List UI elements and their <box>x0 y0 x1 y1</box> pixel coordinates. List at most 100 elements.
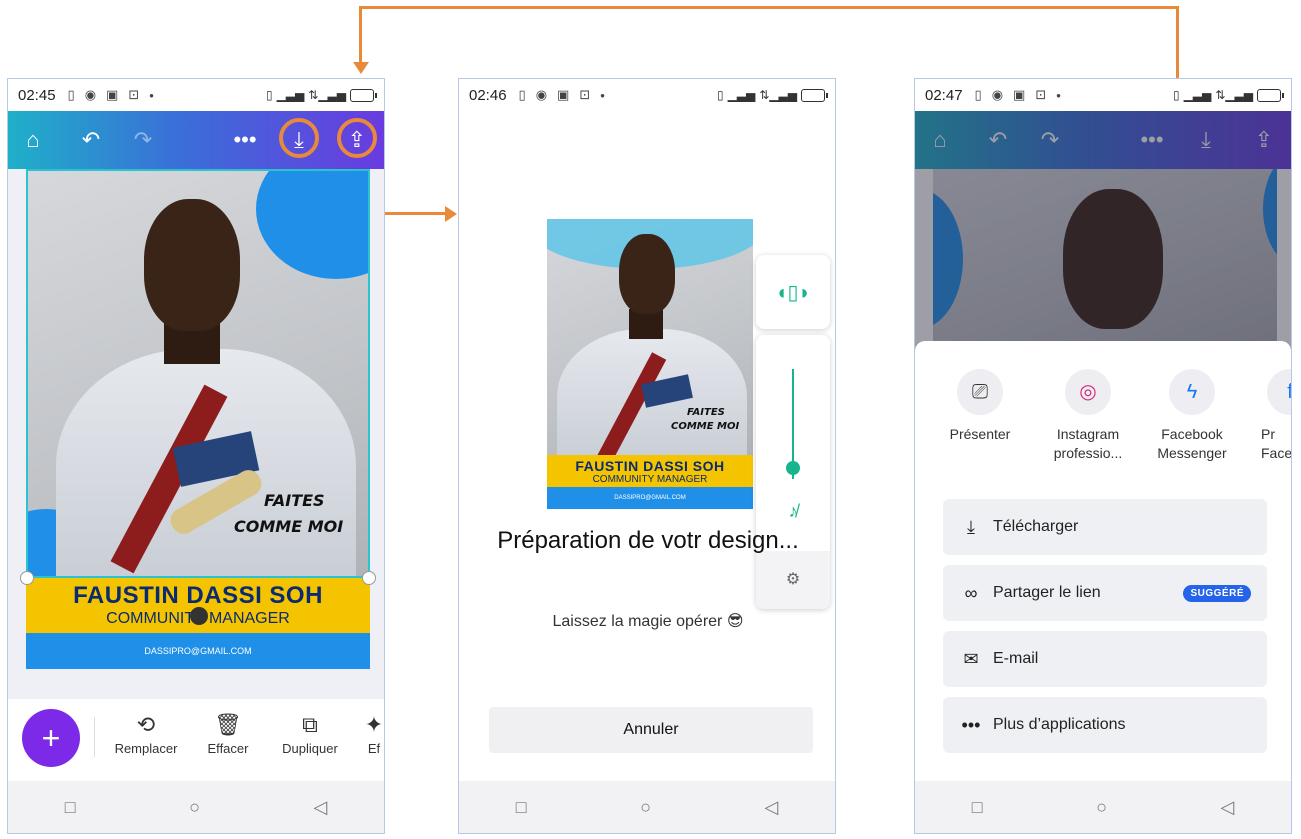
duplicate-tool[interactable]: ⧉ Dupliquer <box>270 709 350 756</box>
signal-icon: ▁▃▅ <box>276 88 305 102</box>
connector-top-line <box>359 6 1179 9</box>
battery-icon <box>350 88 377 102</box>
email-banner: DASSIPRO@GMAIL.COM <box>547 487 753 509</box>
more-apps-option[interactable]: ••• Plus d’applications <box>943 697 1267 753</box>
status-bar: 02:45 ▯ ◉ ▣ ⊡ • ▯ ▁▃▅ ⇅▁▃▅ <box>8 79 384 111</box>
recents-nav-icon[interactable]: □ <box>65 797 76 818</box>
chrome-icon: ◉ <box>991 87 1004 102</box>
status-bar: 02:47 ▯ ◉ ▣ ⊡ • ▯ ▁▃▅ ⇅▁▃▅ <box>915 79 1291 111</box>
vibrate-toggle[interactable]: ◖▯◗ <box>756 255 830 329</box>
android-nav-bar: □ ○ ◁ <box>915 781 1291 833</box>
share-link-label: Partager le lien <box>993 584 1101 601</box>
add-button[interactable]: + <box>22 709 80 767</box>
email-icon: ✉ <box>963 648 979 669</box>
share-sheet: ⎚ Présenter ◎ Instagram professio... ϟ F… <box>915 341 1291 781</box>
cancel-button[interactable]: Annuler <box>489 707 813 753</box>
redo-icon[interactable]: ↷ <box>124 121 162 159</box>
gallery-icon: ▣ <box>1013 87 1026 102</box>
name-text: FAUSTIN DASSI SOH <box>73 582 323 609</box>
comme-moi-text: COMME MOI <box>671 421 740 432</box>
download-notif-icon: ⊡ <box>579 87 591 102</box>
effects-icon: ✦ <box>364 712 384 737</box>
email-option[interactable]: ✉ E-mail <box>943 631 1267 687</box>
erase-label: Effacer <box>207 741 249 756</box>
gallery-icon: ▣ <box>106 87 119 102</box>
name-text: FAUSTIN DASSI SOH <box>575 457 725 474</box>
suggested-badge: SUGGÉRÉ <box>1183 584 1251 602</box>
share-link-option[interactable]: ∞ Partager le lien SUGGÉRÉ <box>943 565 1267 621</box>
status-time: 02:46 <box>469 86 507 104</box>
design-preview: FAITES COMME MOI FAUSTIN DASSI SOH COMMU… <box>547 219 753 509</box>
status-time: 02:45 <box>18 86 56 104</box>
link-icon: ∞ <box>964 582 978 603</box>
battery-icon <box>1257 88 1284 102</box>
replace-tool[interactable]: ⟲ Remplacer <box>106 709 186 756</box>
share-highlight-ring <box>337 118 377 158</box>
back-nav-icon[interactable]: ◁ <box>1220 797 1234 818</box>
more-icon: ••• <box>961 714 981 735</box>
phone-editor-screen: 02:45 ▯ ◉ ▣ ⊡ • ▯ ▁▃▅ ⇅▁▃▅ ⌂ ↶ ↷ ••• ⤓ ⇪ <box>7 78 385 834</box>
editor-canvas: FAITES COMME MOI FAUSTIN DASSI SOH COMMU… <box>8 169 384 699</box>
vibrate-icon: ▯ <box>716 88 724 102</box>
selection-frame[interactable] <box>26 169 370 578</box>
sim-icon: ▯ <box>974 87 982 102</box>
more-icon[interactable]: ••• <box>226 121 264 159</box>
email-banner: DASSIPRO@GMAIL.COM <box>26 633 370 669</box>
share-target-messenger[interactable]: ϟ Facebook Messenger <box>1137 369 1247 463</box>
vibrate-icon: ▯ <box>265 88 273 102</box>
status-right: ▯ ▁▃▅ ⇅▁▃▅ <box>1173 88 1284 102</box>
download-notif-icon: ⊡ <box>1035 87 1047 102</box>
home-icon[interactable]: ⌂ <box>14 121 52 159</box>
instagram-label: Instagram professio... <box>1053 426 1123 461</box>
trash-icon: 🗑 <box>214 712 242 737</box>
back-nav-icon[interactable]: ◁ <box>313 797 327 818</box>
email-option-label: E-mail <box>993 650 1039 667</box>
mute-icon[interactable]: ♪̸ <box>756 501 830 522</box>
resize-handle-bl[interactable] <box>20 571 34 585</box>
connector-arrowhead-share <box>353 62 369 74</box>
rotate-handle[interactable] <box>190 607 208 625</box>
share-target-instagram[interactable]: ◎ Instagram professio... <box>1033 369 1143 463</box>
recents-nav-icon[interactable]: □ <box>972 797 983 818</box>
recents-nav-icon[interactable]: □ <box>516 797 527 818</box>
effects-tool[interactable]: ✦ Ef <box>344 709 384 756</box>
battery-icon <box>801 88 828 102</box>
facebook-label: Pr Face <box>1261 426 1292 461</box>
settings-icon[interactable]: ⚙ <box>756 551 830 609</box>
phone-share-screen: 02:47 ▯ ◉ ▣ ⊡ • ▯ ▁▃▅ ⇅▁▃▅ ⌂ ↶ ↷ ••• ⤓ ⇪… <box>914 78 1292 834</box>
dot-icon: • <box>1056 87 1061 103</box>
chrome-icon: ◉ <box>84 87 97 102</box>
download-highlight-ring <box>279 118 319 158</box>
connector-arrowhead-right <box>445 206 457 222</box>
status-right: ▯ ▁▃▅ ⇅▁▃▅ <box>716 88 828 102</box>
duplicate-icon: ⧉ <box>302 712 318 737</box>
back-nav-icon[interactable]: ◁ <box>764 797 778 818</box>
share-target-present[interactable]: ⎚ Présenter <box>925 369 1035 444</box>
faites-text: FAITES <box>687 407 725 418</box>
chrome-icon: ◉ <box>535 87 548 102</box>
sim-icon: ▯ <box>67 87 75 102</box>
download-option[interactable]: ⤓ Télécharger <box>943 499 1267 555</box>
resize-handle-br[interactable] <box>362 571 376 585</box>
share-target-facebook[interactable]: f Pr Face <box>1245 369 1292 463</box>
android-nav-bar: □ ○ ◁ <box>8 781 384 833</box>
undo-icon[interactable]: ↶ <box>72 121 110 159</box>
facebook-icon: f <box>1267 369 1291 415</box>
preparing-subtitle: Laissez la magie opérer 😎 <box>552 613 744 630</box>
network-icon: ⇅▁▃▅ <box>759 88 797 102</box>
erase-tool[interactable]: 🗑 Effacer <box>188 709 268 756</box>
download-option-label: Télécharger <box>993 518 1079 535</box>
volume-knob[interactable] <box>786 461 800 475</box>
connector-left-vertical <box>359 6 362 64</box>
android-nav-bar: □ ○ ◁ <box>459 781 835 833</box>
toolbar-divider <box>94 717 95 757</box>
dot-icon: • <box>149 87 154 103</box>
home-nav-icon[interactable]: ○ <box>1096 797 1107 818</box>
phone-preparing-screen: 02:46 ▯ ◉ ▣ ⊡ • ▯ ▁▃▅ ⇅▁▃▅ FAITES COMME … <box>458 78 836 834</box>
sim-icon: ▯ <box>518 87 526 102</box>
person-head <box>619 234 675 314</box>
home-nav-icon[interactable]: ○ <box>189 797 200 818</box>
volume-panel: ♪̸ ⚙ <box>756 335 830 609</box>
home-nav-icon[interactable]: ○ <box>640 797 651 818</box>
role-text: COMMUNITY MANAGER <box>592 473 708 485</box>
